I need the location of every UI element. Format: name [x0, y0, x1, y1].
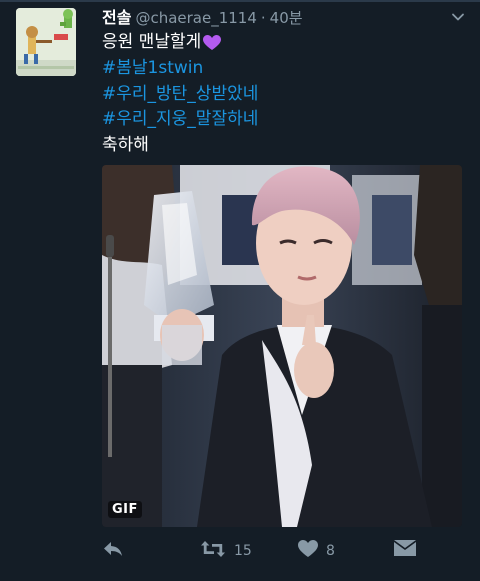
hashtag-link[interactable]: #우리_지웅_말잘하네 — [102, 107, 258, 131]
avatar[interactable] — [16, 8, 76, 76]
chevron-down-icon[interactable] — [450, 9, 466, 25]
heart-icon — [298, 539, 318, 563]
tweet[interactable]: 전솔 @chaerae_1114 · 40분 응원 맨날할게 #봄날1stwin… — [0, 0, 480, 581]
gif-badge: GIF — [108, 501, 142, 518]
tweet-text-line: 응원 맨날할게 — [102, 30, 222, 54]
retweet-icon — [200, 539, 226, 564]
tweet-text: 응원 맨날할게 — [102, 32, 202, 52]
hashtag-link[interactable]: #봄날1stwin — [102, 56, 203, 80]
timestamp[interactable]: 40분 — [270, 7, 303, 28]
retweet-count: 15 — [234, 543, 252, 559]
direct-message-icon — [394, 539, 416, 563]
purple-heart-emoji-icon — [203, 34, 222, 50]
retweet-button[interactable]: 15 — [200, 538, 252, 564]
user-handle[interactable]: @chaerae_1114 — [135, 9, 256, 27]
separator-dot: · — [260, 9, 266, 27]
reply-button[interactable] — [102, 538, 124, 564]
direct-message-button[interactable] — [394, 538, 416, 564]
gif-media[interactable] — [102, 165, 462, 527]
like-count: 8 — [326, 543, 335, 559]
tweet-header: 전솔 @chaerae_1114 · 40분 — [102, 4, 303, 28]
display-name[interactable]: 전솔 — [102, 4, 131, 28]
action-bar: 15 8 — [102, 538, 432, 564]
hashtag-link[interactable]: #우리_방탄_상받았네 — [102, 82, 258, 106]
like-button[interactable]: 8 — [298, 538, 335, 564]
tweet-text: 축하해 — [102, 135, 149, 155]
reply-icon — [102, 539, 124, 564]
divider — [0, 0, 480, 2]
